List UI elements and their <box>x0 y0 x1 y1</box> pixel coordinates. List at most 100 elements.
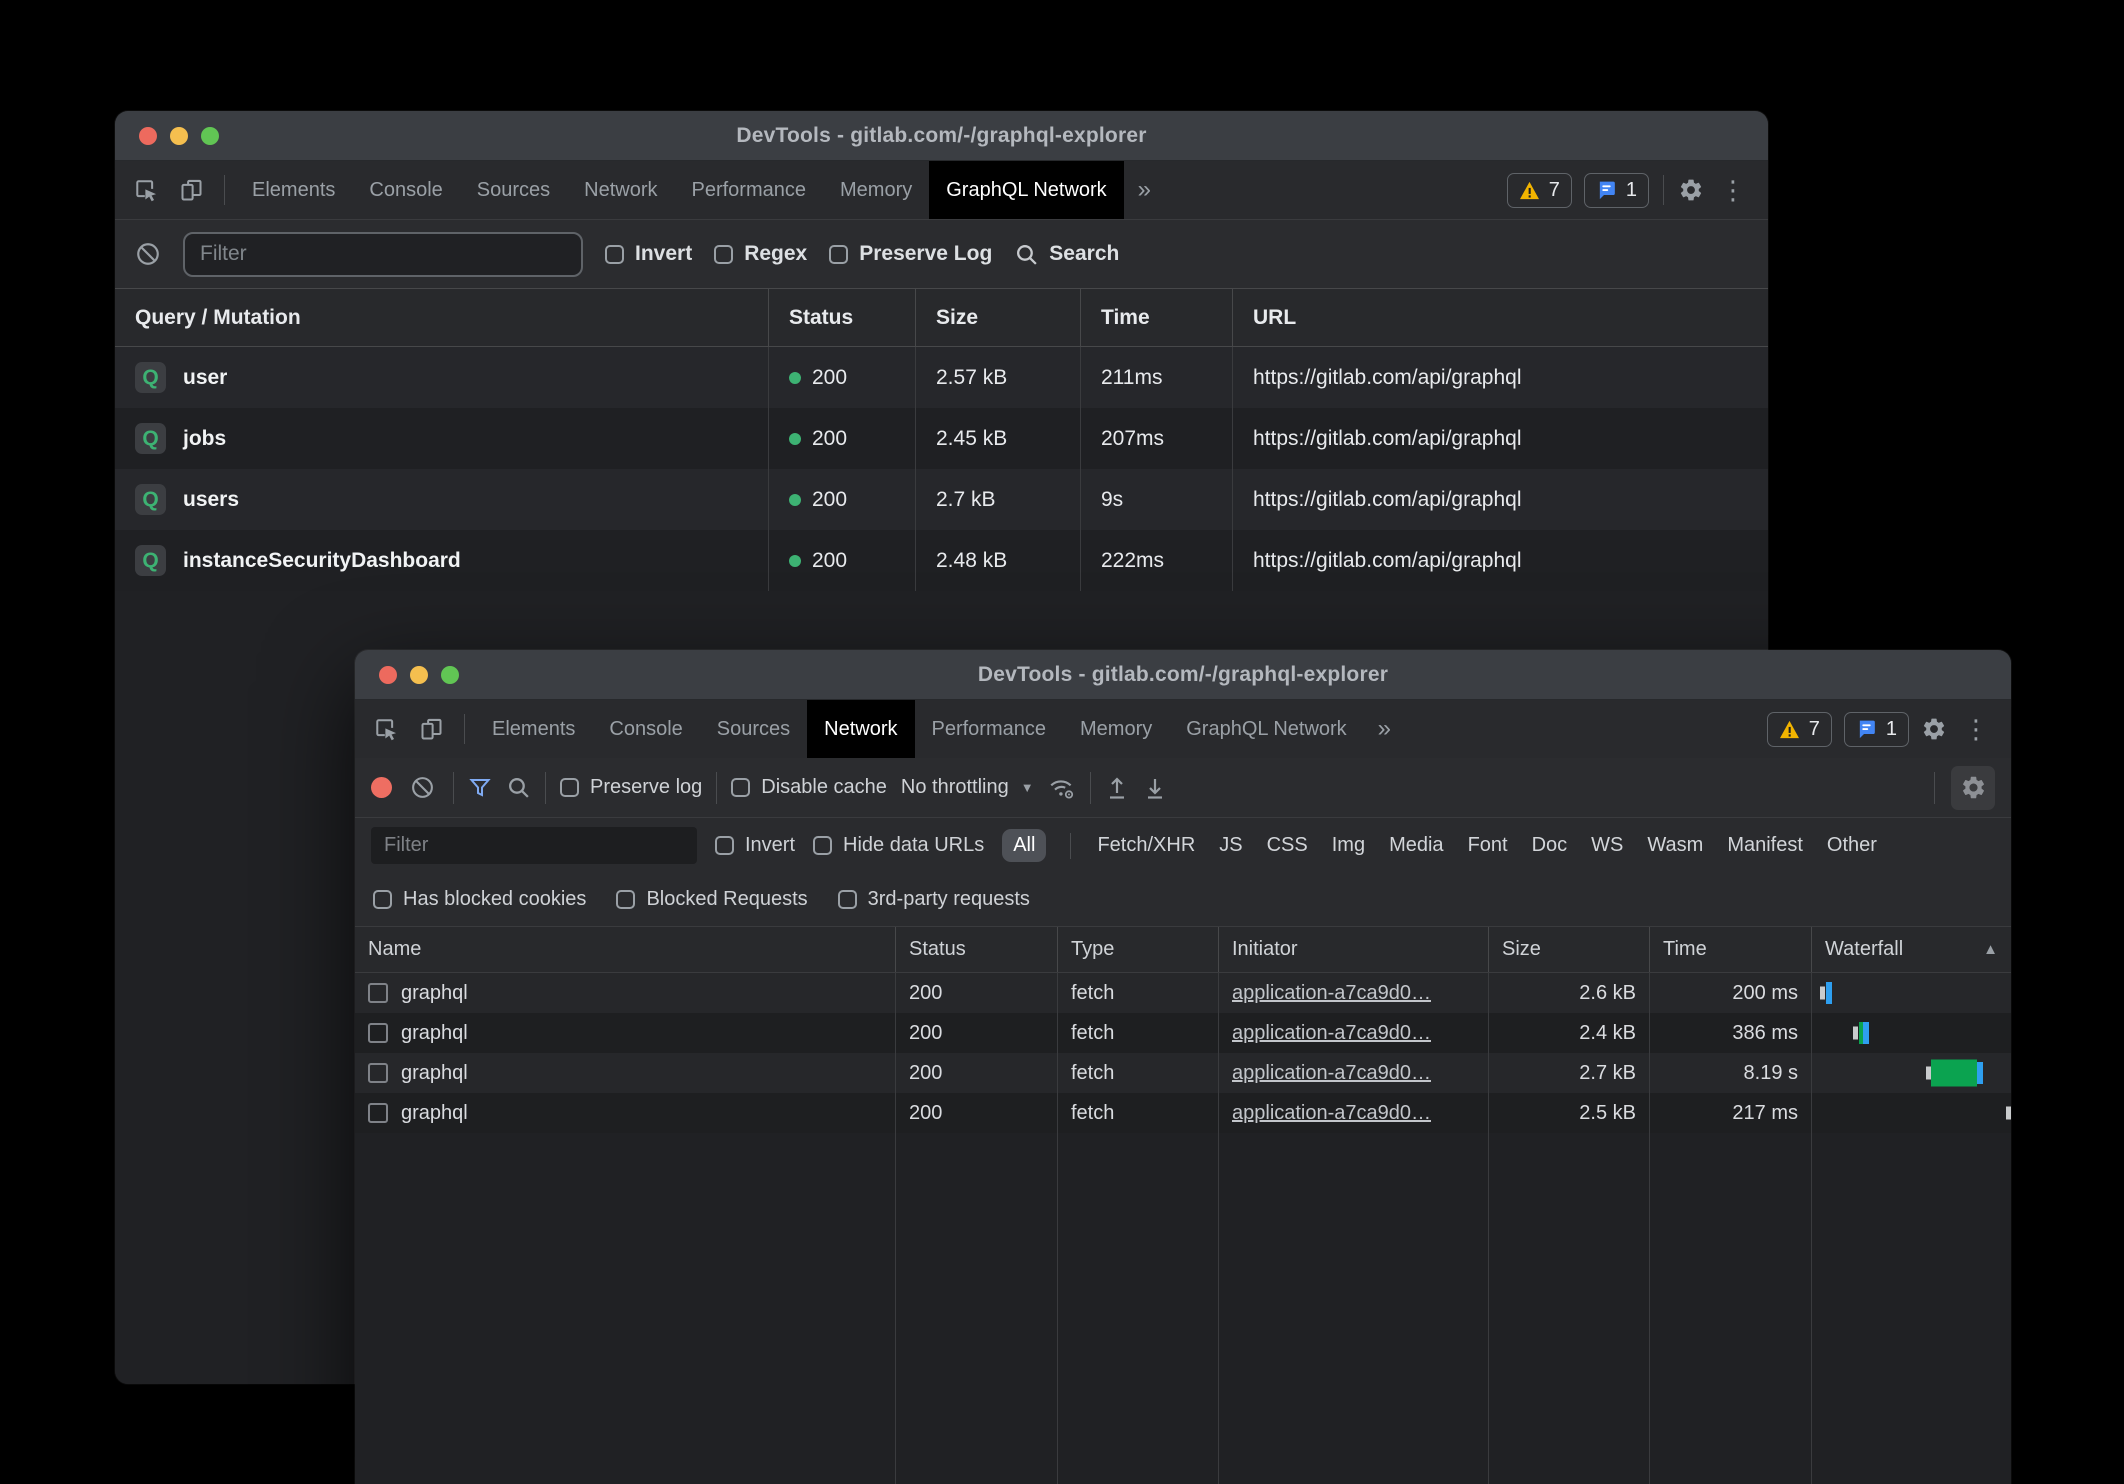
filter-input[interactable] <box>371 827 697 864</box>
minimize-button[interactable] <box>410 666 428 684</box>
more-tabs-icon[interactable]: » <box>1124 161 1165 219</box>
checkbox[interactable] <box>715 836 734 855</box>
import-har-icon[interactable] <box>1105 775 1129 801</box>
initiator-link[interactable]: application-a7ca9d0… <box>1232 1022 1431 1045</box>
device-toolbar-icon[interactable] <box>409 700 454 758</box>
query-row-user[interactable]: Quser2002.57 kB211mshttps://gitlab.com/a… <box>115 347 1768 408</box>
search-icon[interactable] <box>506 775 531 800</box>
more-tabs-icon[interactable]: » <box>1364 700 1405 758</box>
column-header-time[interactable]: Time <box>1080 289 1232 346</box>
clear-icon[interactable] <box>406 775 439 800</box>
filter-type-other[interactable]: Other <box>1825 829 1879 862</box>
minimize-button[interactable] <box>170 127 188 145</box>
initiator-link[interactable]: application-a7ca9d0… <box>1232 1102 1431 1125</box>
query-row-jobs[interactable]: Qjobs2002.45 kB207mshttps://gitlab.com/a… <box>115 408 1768 469</box>
filter-input[interactable] <box>183 232 583 277</box>
zoom-button[interactable] <box>441 666 459 684</box>
record-button[interactable] <box>371 777 392 798</box>
hide-data-urls-checkbox[interactable]: Hide data URLs <box>813 834 984 857</box>
checkbox[interactable] <box>605 245 624 264</box>
tab-console[interactable]: Console <box>352 161 459 219</box>
invert-checkbox[interactable]: Invert <box>715 834 795 857</box>
filter-type-font[interactable]: Font <box>1466 829 1510 862</box>
column-header-url[interactable]: URL <box>1232 289 1768 346</box>
more-options-icon[interactable]: ⋮ <box>1959 714 1993 745</box>
tab-console[interactable]: Console <box>592 700 699 758</box>
row-checkbox[interactable] <box>368 1023 388 1043</box>
tab-network[interactable]: Network <box>807 700 914 758</box>
settings-gear-icon[interactable] <box>1921 716 1947 742</box>
column-header-time[interactable]: Time <box>1649 927 1811 972</box>
regex-checkbox[interactable]: Regex <box>714 242 807 266</box>
warnings-badge[interactable]: 7 <box>1507 173 1572 208</box>
tab-performance[interactable]: Performance <box>675 161 824 219</box>
row-checkbox[interactable] <box>368 983 388 1003</box>
tab-graphql-network[interactable]: GraphQL Network <box>929 161 1123 219</box>
tab-memory[interactable]: Memory <box>1063 700 1169 758</box>
request-row[interactable]: graphql200fetchapplication-a7ca9d0…2.5 k… <box>355 1093 2011 1133</box>
invert-checkbox[interactable]: Invert <box>605 242 692 266</box>
settings-gear-icon[interactable] <box>1678 177 1704 203</box>
column-header-status[interactable]: Status <box>768 289 915 346</box>
column-header-name[interactable]: Name <box>355 927 895 972</box>
tab-elements[interactable]: Elements <box>235 161 352 219</box>
initiator-link[interactable]: application-a7ca9d0… <box>1232 982 1431 1005</box>
column-header-waterfall[interactable]: Waterfall ▲ <box>1811 927 2011 972</box>
filter-funnel-icon[interactable] <box>468 776 492 800</box>
tab-sources[interactable]: Sources <box>700 700 807 758</box>
checkbox[interactable] <box>373 890 392 909</box>
checkbox[interactable] <box>616 890 635 909</box>
tab-elements[interactable]: Elements <box>475 700 592 758</box>
network-settings-gear-icon[interactable] <box>1951 766 1995 810</box>
titlebar[interactable]: DevTools - gitlab.com/-/graphql-explorer <box>115 111 1768 161</box>
export-har-icon[interactable] <box>1143 775 1167 801</box>
warnings-badge[interactable]: 7 <box>1767 712 1832 747</box>
issues-badge[interactable]: 1 <box>1844 712 1909 747</box>
checkbox[interactable] <box>838 890 857 909</box>
tab-graphql-network[interactable]: GraphQL Network <box>1169 700 1363 758</box>
device-toolbar-icon[interactable] <box>169 161 214 219</box>
has-blocked-cookies-checkbox[interactable]: Has blocked cookies <box>373 888 586 911</box>
tab-performance[interactable]: Performance <box>915 700 1064 758</box>
inspect-element-icon[interactable] <box>115 161 169 219</box>
tab-memory[interactable]: Memory <box>823 161 929 219</box>
column-header-type[interactable]: Type <box>1057 927 1218 972</box>
filter-type-js[interactable]: JS <box>1217 829 1244 862</box>
preserve-log-checkbox[interactable]: Preserve Log <box>829 242 992 266</box>
request-row[interactable]: graphql200fetchapplication-a7ca9d0…2.6 k… <box>355 973 2011 1013</box>
tab-network[interactable]: Network <box>567 161 674 219</box>
block-icon[interactable] <box>135 241 161 267</box>
query-row-users[interactable]: Qusers2002.7 kB9shttps://gitlab.com/api/… <box>115 469 1768 530</box>
titlebar[interactable]: DevTools - gitlab.com/-/graphql-explorer <box>355 650 2011 700</box>
filter-type-img[interactable]: Img <box>1330 829 1367 862</box>
filter-type-media[interactable]: Media <box>1387 829 1445 862</box>
column-header-query-mutation[interactable]: Query / Mutation <box>115 289 768 346</box>
3rd-party-requests-checkbox[interactable]: 3rd-party requests <box>838 888 1030 911</box>
column-header-size[interactable]: Size <box>1488 927 1649 972</box>
issues-badge[interactable]: 1 <box>1584 173 1649 208</box>
row-checkbox[interactable] <box>368 1063 388 1083</box>
query-row-instancesecuritydashboard[interactable]: QinstanceSecurityDashboard2002.48 kB222m… <box>115 530 1768 591</box>
filter-type-doc[interactable]: Doc <box>1530 829 1570 862</box>
column-header-size[interactable]: Size <box>915 289 1080 346</box>
filter-type-all[interactable]: All <box>1002 829 1046 862</box>
column-header-initiator[interactable]: Initiator <box>1218 927 1488 972</box>
network-conditions-icon[interactable] <box>1048 775 1076 801</box>
filter-type-manifest[interactable]: Manifest <box>1725 829 1805 862</box>
tab-sources[interactable]: Sources <box>460 161 567 219</box>
filter-type-wasm[interactable]: Wasm <box>1645 829 1705 862</box>
preserve-log-checkbox[interactable]: Preserve log <box>560 776 702 799</box>
filter-type-css[interactable]: CSS <box>1265 829 1310 862</box>
request-row[interactable]: graphql200fetchapplication-a7ca9d0…2.7 k… <box>355 1053 2011 1093</box>
initiator-link[interactable]: application-a7ca9d0… <box>1232 1062 1431 1085</box>
checkbox[interactable] <box>813 836 832 855</box>
checkbox[interactable] <box>731 778 750 797</box>
checkbox[interactable] <box>714 245 733 264</box>
search-control[interactable]: Search <box>1014 242 1119 267</box>
filter-type-fetch-xhr[interactable]: Fetch/XHR <box>1095 829 1197 862</box>
filter-type-ws[interactable]: WS <box>1589 829 1625 862</box>
throttling-select[interactable]: No throttling ▼ <box>901 776 1034 799</box>
request-row[interactable]: graphql200fetchapplication-a7ca9d0…2.4 k… <box>355 1013 2011 1053</box>
disable-cache-checkbox[interactable]: Disable cache <box>731 776 887 799</box>
blocked-requests-checkbox[interactable]: Blocked Requests <box>616 888 807 911</box>
